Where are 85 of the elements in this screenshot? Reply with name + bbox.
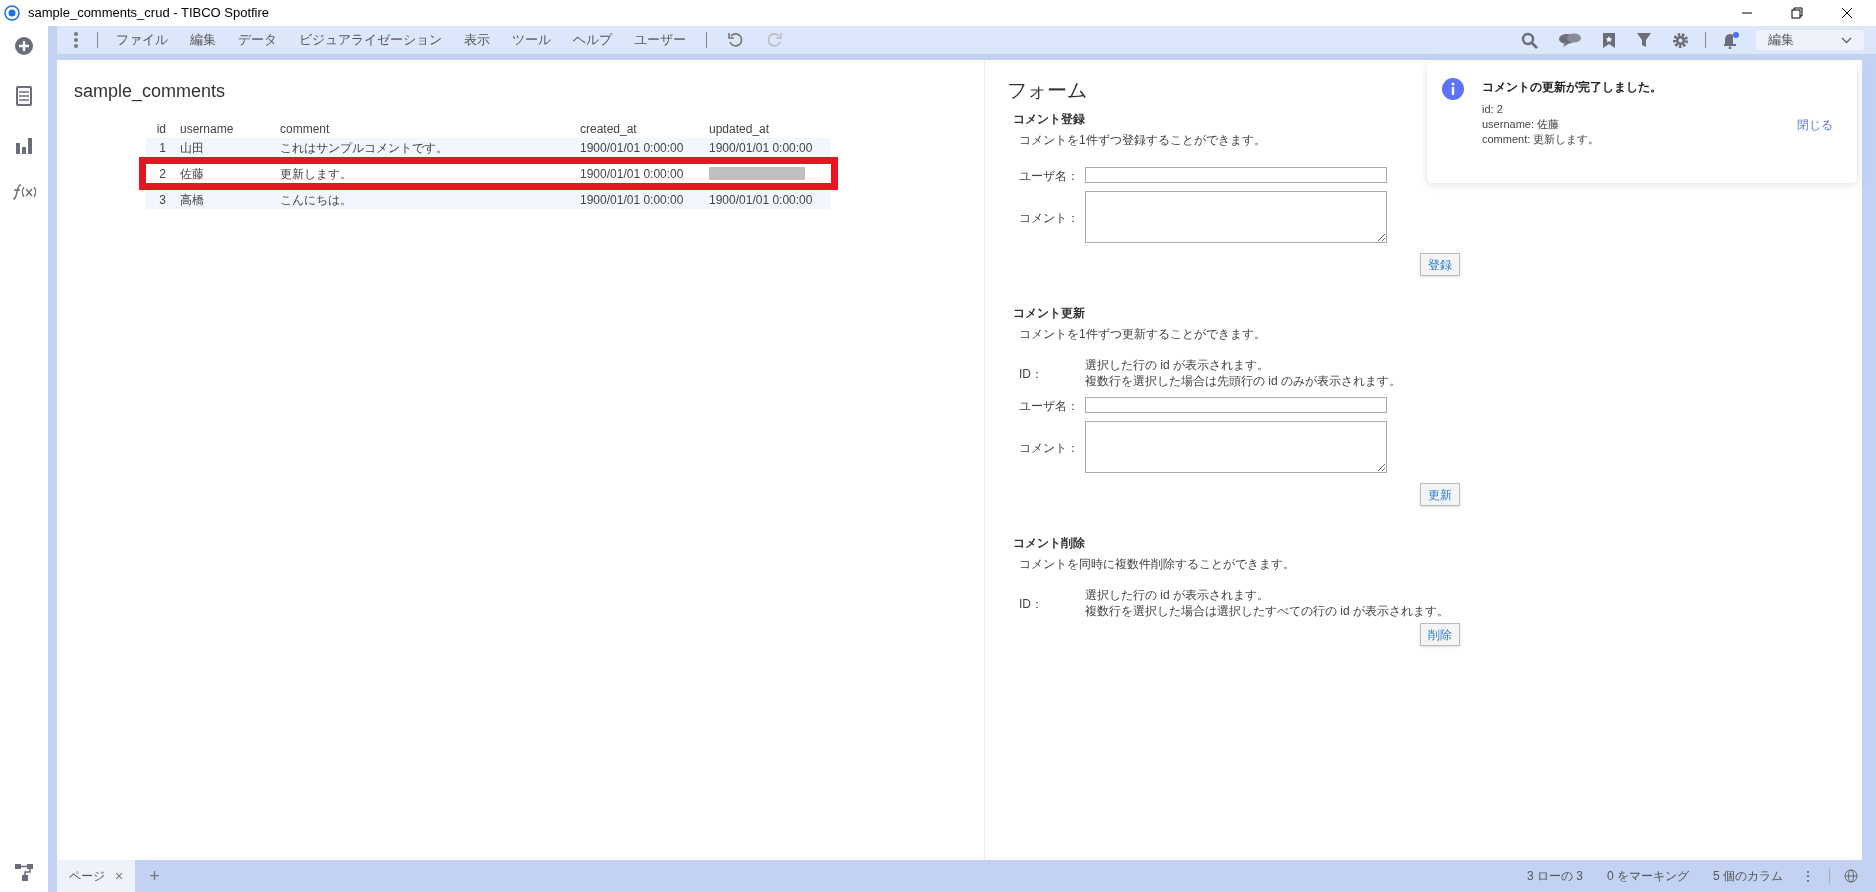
more-icon[interactable] [73,31,79,49]
search-icon[interactable] [1521,31,1538,49]
undo-icon[interactable] [727,32,743,48]
column-header[interactable]: created_at [580,122,637,136]
mode-dropdown[interactable]: 編集 [1756,30,1864,50]
notification-text: id: 2 [1482,102,1503,117]
comments-icon[interactable] [1558,32,1582,48]
submit-button[interactable]: 削除 [1420,623,1460,646]
list-icon[interactable] [16,86,32,106]
globe-icon[interactable] [1844,869,1858,883]
table-cell: 1900/01/01 0:00:00 [709,140,813,155]
field-label: ユーザ名： [1019,169,1079,183]
table-cell: 1900/01/01 0:00:00 [580,192,684,207]
menu-item[interactable]: ファイル [116,30,168,50]
field-label: コメント： [1019,441,1079,455]
table-cell: 高橋 [180,192,204,207]
bookmark-icon[interactable] [1602,31,1616,49]
table-cell: 1900/01/01 0:00:00 [580,140,684,155]
text-field[interactable] [1085,397,1387,413]
submit-button[interactable]: 更新 [1420,483,1460,506]
section-description: コメントを1件ずつ登録することができます。 [1018,132,1266,149]
menu-item[interactable]: 表示 [464,30,490,50]
hierarchy-icon[interactable] [14,862,34,882]
table-cell: 山田 [180,140,204,155]
status-text: 3 ローの 3 [1526,868,1583,885]
section-title: コメント削除 [1013,535,1085,552]
function-icon[interactable] [12,184,36,200]
close-link[interactable]: 閉じる [1797,115,1833,134]
page-tab[interactable]: ページ × [57,860,136,892]
menu-item[interactable]: データ [238,30,277,50]
app-logo-icon [4,5,20,21]
table-row[interactable]: 1 山田 これはサンプルコメントです。 1900/01/01 0:00:00 1900/01/01 0:00:00 [146,138,831,157]
close-tab-button[interactable]: × [115,865,124,887]
table-cell: 佐藤 [180,166,204,181]
help-text: 選択した行の id が表示されます。 [1085,587,1269,603]
menu-item[interactable]: ツール [512,30,551,50]
form-title: フォーム [1007,78,1087,103]
table-cell: 1 [159,140,166,155]
notification-text: username: 佐藤 [1482,117,1560,132]
settings-icon[interactable] [1672,31,1689,49]
table-title: sample_comments [74,80,226,103]
column-header[interactable]: username [180,122,234,136]
column-header[interactable]: comment [280,122,330,136]
field-label: コメント： [1019,211,1079,225]
table-cell: これはサンプルコメントです。 [280,140,448,155]
field-label: ID： [1019,367,1043,381]
info-icon [1442,78,1464,100]
notification-bell-icon[interactable] [1722,31,1740,49]
notification-title: コメントの更新が完了しました。 [1482,79,1662,96]
table-cell: 3 [159,192,166,207]
table-cell: 1900/01/01 0:00:00 [580,166,684,181]
text-field[interactable] [1085,167,1387,183]
chevron-down-icon [1841,36,1852,44]
bar-chart-icon[interactable] [15,136,33,154]
menu-item[interactable]: 編集 [190,30,216,50]
menu-item[interactable]: ユーザー [634,30,686,50]
table-cell: 1900/01/01 0:00:00 [709,192,813,207]
column-header[interactable]: id [156,122,166,136]
comment-field[interactable] [1085,191,1387,243]
menu-item[interactable]: ビジュアライゼーション [299,30,442,50]
restore-icon[interactable] [1791,7,1803,19]
help-text: 複数行を選択した場合は先頭行の id のみが表示されます。 [1085,373,1401,389]
menu-item[interactable]: ヘルプ [573,30,612,50]
add-icon[interactable] [14,36,34,56]
notification-text: comment: 更新します。 [1482,132,1600,147]
help-text: 選択した行の id が表示されます。 [1085,357,1269,373]
table-cell: 2 [159,166,166,181]
submit-button[interactable]: 登録 [1420,253,1460,276]
filter-icon[interactable] [1636,32,1652,48]
section-description: コメントを同時に複数件削除することができます。 [1018,556,1295,573]
field-label: ユーザ名： [1019,399,1079,413]
section-title: コメント登録 [1013,111,1085,128]
section-description: コメントを1件ずつ更新することができます。 [1018,326,1266,343]
status-text: 5 個のカラム [1713,868,1783,885]
column-header[interactable]: updated_at [709,122,770,136]
table-row[interactable]: 3 高橋 こんにちは。 1900/01/01 0:00:00 1900/01/01 0:00:00 [146,190,831,209]
more-button[interactable]: ⋮ [1801,865,1815,887]
table-cell: 更新します。 [280,166,352,181]
table-cell: こんにちは。 [280,192,352,207]
field-label: ID： [1019,597,1043,611]
help-text: 複数行を選択した場合は選択したすべての行の id が表示されます。 [1085,603,1449,619]
section-title: コメント更新 [1013,305,1085,322]
status-text: 0 をマーキング [1606,868,1689,885]
window-title: sample_comments_crud - TIBCO Spotfire [28,4,270,23]
comment-field[interactable] [1085,421,1387,473]
